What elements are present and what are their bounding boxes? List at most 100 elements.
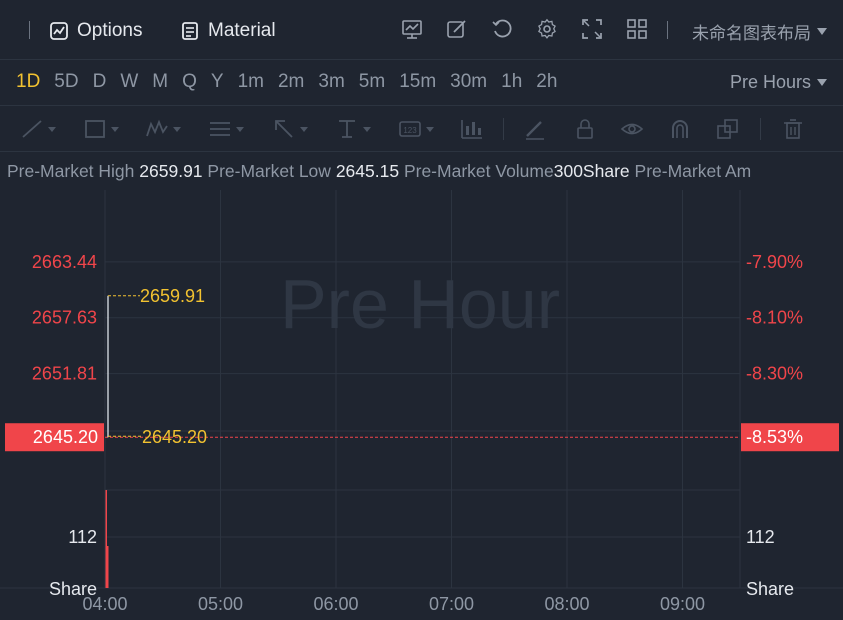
trend-line-tool[interactable]: [20, 118, 56, 140]
candle-tool[interactable]: [460, 118, 484, 140]
lock-icon: [577, 119, 593, 139]
pattern-tool[interactable]: [145, 118, 181, 140]
separator: [760, 118, 761, 140]
options-label: Options: [77, 20, 143, 41]
visibility-tool[interactable]: [620, 118, 644, 140]
copy-icon: [717, 119, 738, 139]
price-tick-label: 2657.63: [32, 308, 97, 328]
trash-icon: [784, 119, 802, 139]
top-bar: Options Material 未命名图表布局: [0, 0, 843, 60]
time-tick-label: 09:00: [660, 594, 705, 614]
separator: [667, 21, 668, 39]
drawing-toolbar: 123: [0, 106, 843, 152]
eye-icon: [620, 123, 644, 135]
delete-tool[interactable]: [781, 118, 805, 140]
period-tab-15m[interactable]: 15m: [399, 71, 436, 93]
amount-label: Pre-Market Am: [634, 161, 752, 181]
clone-tool[interactable]: [716, 118, 740, 140]
volume-value: 300Share: [553, 161, 630, 181]
layout-label: 未命名图表布局: [692, 24, 811, 43]
time-tick-label: 08:00: [544, 594, 589, 614]
low-label: Pre-Market Low: [207, 161, 331, 181]
high-value: 2659.91: [139, 161, 203, 181]
brush-tool[interactable]: [523, 118, 547, 140]
period-tab-w[interactable]: W: [120, 71, 138, 93]
period-tab-1h[interactable]: 1h: [501, 71, 522, 93]
high-label: Pre-Market High: [7, 161, 135, 181]
material-button[interactable]: Material: [180, 17, 276, 45]
rectangle-tool[interactable]: [83, 118, 119, 140]
edit-icon[interactable]: [445, 17, 469, 41]
price-tick-label: 2663.44: [32, 252, 97, 272]
session-selector[interactable]: Pre Hours: [730, 72, 827, 93]
wave-pattern-icon: [146, 119, 168, 137]
session-label: Pre Hours: [729, 72, 811, 92]
period-bar: 1D 5D D W M Q Y 1m 2m 3m 5m 15m 30m 1h 2h Pre Hours: [0, 60, 843, 106]
indicator-chart-icon[interactable]: [400, 17, 424, 41]
separator: [29, 21, 30, 39]
pre-market-info-bar: Pre-Market High 2659.91 Pre-Market Low 2…: [0, 152, 843, 190]
high-marker-label: 2659.91: [140, 286, 205, 306]
percent-tick-label: -8.30%: [746, 364, 803, 384]
fullscreen-icon[interactable]: [580, 17, 604, 41]
period-tab-3m[interactable]: 3m: [318, 71, 344, 93]
settings-gear-icon[interactable]: [535, 17, 559, 41]
grid-layout-icon[interactable]: [625, 17, 649, 41]
chevron-down-icon: [817, 79, 827, 86]
period-tab-30m[interactable]: 30m: [450, 71, 487, 93]
magnet-icon: [672, 120, 688, 138]
pencil-icon: [526, 121, 544, 140]
measure-tool[interactable]: [335, 118, 371, 140]
document-icon: [182, 22, 198, 40]
fibonacci-icon: [210, 122, 230, 136]
volume-label: Pre-Market Volume: [403, 161, 554, 181]
last-marker-label: 2645.20: [142, 427, 207, 447]
percent-tick-label: -8.10%: [746, 308, 803, 328]
arrow-tool[interactable]: [272, 118, 308, 140]
magnet-tool[interactable]: [668, 118, 692, 140]
arrow-icon: [275, 120, 293, 138]
chevron-down-icon: [817, 28, 827, 35]
rectangle-icon: [85, 120, 105, 138]
period-tab-m[interactable]: M: [152, 71, 168, 93]
period-tabs: 1D 5D D W M Q Y 1m 2m 3m 5m 15m 30m 1h 2h: [16, 71, 571, 93]
trend-line-icon: [22, 120, 42, 138]
volume-tick-label: 112: [68, 527, 97, 547]
period-tab-d[interactable]: D: [93, 71, 107, 93]
period-tab-1d[interactable]: 1D: [16, 71, 40, 93]
measure-icon: [339, 120, 355, 138]
period-tab-5d[interactable]: 5D: [54, 71, 78, 93]
fib-tool[interactable]: [208, 118, 244, 140]
current-percent-label: -8.53%: [746, 427, 803, 447]
reset-icon[interactable]: [490, 17, 514, 41]
period-tab-1m[interactable]: 1m: [238, 71, 264, 93]
volume-tick-label-right: 112: [746, 527, 775, 547]
options-button[interactable]: Options: [49, 17, 142, 45]
volume-unit-label-right: Share: [746, 579, 794, 599]
period-tab-5m[interactable]: 5m: [359, 71, 385, 93]
volume-bar: [107, 546, 109, 588]
separator: [503, 118, 504, 140]
svg-text:123: 123: [403, 126, 417, 135]
time-tick-label: 05:00: [198, 594, 243, 614]
low-value: 2645.15: [335, 161, 400, 181]
time-tick-label: 06:00: [313, 594, 358, 614]
lock-tool[interactable]: [573, 118, 597, 140]
period-tab-y[interactable]: Y: [211, 71, 224, 93]
percent-tick-label: -7.90%: [746, 252, 803, 272]
price-chart[interactable]: Pre Hour 2663.44 -7.90% 2657.63 -8.10% 2651.8…: [0, 190, 843, 620]
time-tick-label: 07:00: [429, 594, 474, 614]
material-label: Material: [208, 20, 276, 41]
candlestick-icon: [461, 120, 482, 139]
current-price-label: 2645.20: [33, 427, 98, 447]
time-tick-label: 04:00: [82, 594, 127, 614]
volume-bar: [105, 490, 107, 588]
period-tab-2m[interactable]: 2m: [278, 71, 304, 93]
watermark-text: Pre Hour: [280, 265, 560, 343]
text-note-icon: 123: [399, 121, 421, 137]
text-note-tool[interactable]: 123: [398, 118, 434, 140]
period-tab-q[interactable]: Q: [182, 71, 197, 93]
period-tab-2h[interactable]: 2h: [536, 71, 557, 93]
layout-selector[interactable]: 未命名图表布局: [692, 19, 827, 44]
chart-icon: [50, 22, 68, 40]
